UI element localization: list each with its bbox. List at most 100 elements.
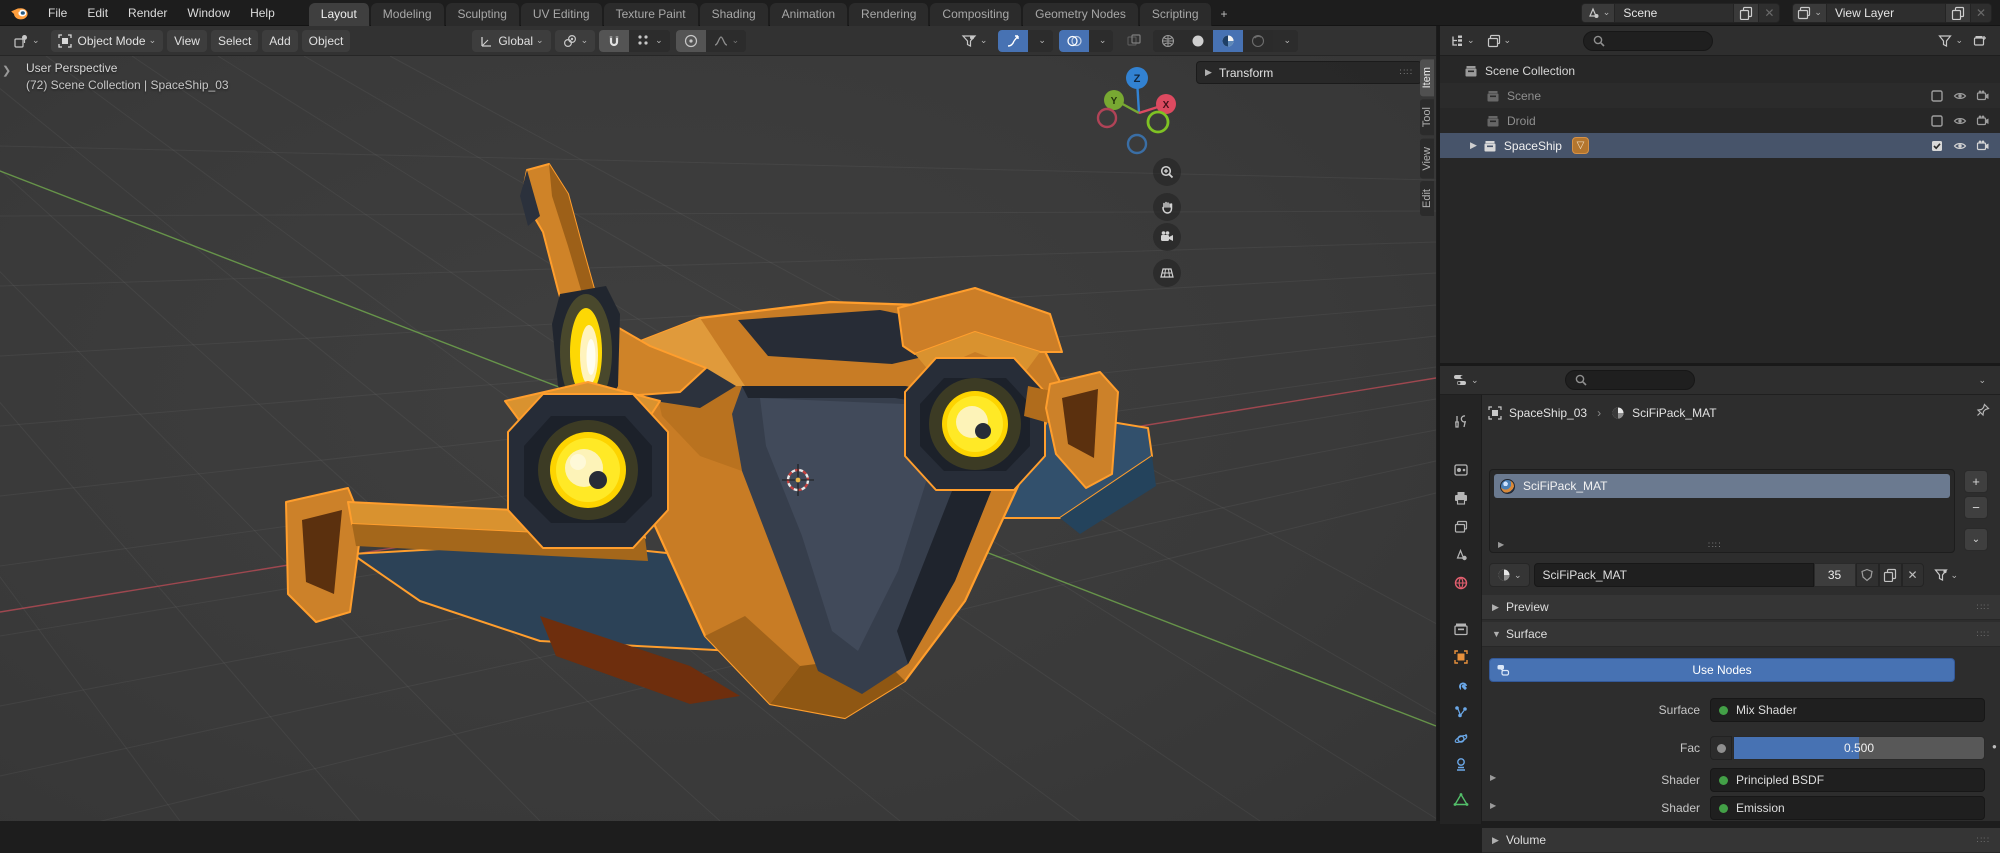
transform-panel-header[interactable]: ▶ Transform ∷∷ xyxy=(1196,61,1422,84)
unlink-material-button[interactable]: ✕ xyxy=(1902,563,1924,587)
view-layer-browse-button[interactable]: ⌄ xyxy=(1793,4,1827,22)
exclude-checkbox-unchecked[interactable] xyxy=(1930,114,1944,128)
menu-render[interactable]: Render xyxy=(118,3,177,23)
tab-output[interactable] xyxy=(1445,485,1477,511)
scene-new-button[interactable] xyxy=(1733,4,1758,22)
toolbar-expand-arrow[interactable]: ❯ xyxy=(2,64,11,77)
fac-socket-button[interactable] xyxy=(1710,736,1732,760)
outliner-display-mode-button[interactable]: ⌄ xyxy=(1483,30,1516,52)
collection-color-tag-badge[interactable]: ▽ xyxy=(1572,137,1589,154)
shader2-expand-arrow[interactable]: ▶ xyxy=(1490,801,1496,810)
pivot-point-dropdown[interactable]: ⌄ xyxy=(555,30,596,52)
menu-window[interactable]: Window xyxy=(177,3,240,23)
material-name-field[interactable]: SciFiPack_MAT xyxy=(1534,563,1814,587)
surface-shader-field[interactable]: Mix Shader xyxy=(1710,698,1985,722)
viewport-menu-view[interactable]: View xyxy=(167,30,207,52)
spaceship-model[interactable] xyxy=(286,164,1156,718)
outliner-item-label[interactable]: Scene Collection xyxy=(1485,64,1575,78)
browse-material-button[interactable]: ⌄ xyxy=(1489,563,1530,587)
object-type-visibility-dropdown[interactable]: ⌄ xyxy=(954,30,995,52)
view-layer-new-button[interactable] xyxy=(1945,4,1970,22)
sidebar-tab-item[interactable]: Item xyxy=(1420,59,1434,96)
tab-physics[interactable] xyxy=(1445,726,1477,752)
outliner-row-scene[interactable]: Scene xyxy=(1440,83,2000,108)
disable-render-camera-icon[interactable] xyxy=(1976,139,1990,153)
fake-user-shield-button[interactable] xyxy=(1856,563,1879,587)
workspace-tab-sculpting[interactable]: Sculpting xyxy=(446,3,520,26)
material-slot-active[interactable]: SciFiPack_MAT xyxy=(1494,474,1950,498)
overlays-toggle[interactable] xyxy=(1059,30,1089,52)
viewport-menu-add[interactable]: Add xyxy=(262,30,297,52)
proportional-editing-toggle[interactable] xyxy=(676,30,706,52)
shading-wireframe-button[interactable] xyxy=(1153,30,1183,52)
material-users-count-button[interactable]: 35 xyxy=(1814,563,1856,587)
hide-eye-icon[interactable] xyxy=(1953,139,1967,153)
add-material-slot-button[interactable]: + xyxy=(1964,470,1988,493)
workspace-tab-animation[interactable]: Animation xyxy=(770,3,848,26)
workspace-tab-uv-editing[interactable]: UV Editing xyxy=(521,3,603,26)
transform-orientation-dropdown[interactable]: Global⌄ xyxy=(472,30,550,52)
tab-world[interactable] xyxy=(1445,570,1477,596)
camera-view-button[interactable] xyxy=(1153,223,1181,251)
properties-options-dropdown[interactable]: ⌄ xyxy=(1978,375,1986,386)
workspace-tab-geometry-nodes[interactable]: Geometry Nodes xyxy=(1023,3,1139,26)
xray-toggle[interactable] xyxy=(1119,30,1149,52)
editor-type-button[interactable]: ⌄ xyxy=(6,30,47,52)
outliner-editor-type-button[interactable]: ⌄ xyxy=(1446,30,1479,52)
exclude-checkbox-unchecked[interactable] xyxy=(1930,89,1944,103)
overlays-dropdown[interactable]: ⌄ xyxy=(1089,30,1114,52)
shading-rendered-button[interactable] xyxy=(1243,30,1273,52)
gizmos-toggle[interactable] xyxy=(998,30,1028,52)
tab-tool[interactable] xyxy=(1445,409,1477,435)
gizmos-dropdown[interactable]: ⌄ xyxy=(1028,30,1053,52)
panel-grip-icon[interactable]: ∷∷ xyxy=(1400,67,1413,78)
shader1-expand-arrow[interactable]: ▶ xyxy=(1490,773,1496,782)
viewport-menu-select[interactable]: Select xyxy=(211,30,258,52)
volume-section-header[interactable]: ▶ Volume ∷∷ xyxy=(1482,828,2000,853)
tab-view-layer[interactable] xyxy=(1445,514,1477,540)
hide-eye-icon[interactable] xyxy=(1953,89,1967,103)
viewport-3d[interactable]: ⌄ Object Mode⌄ View Select Add Object xyxy=(0,26,1436,821)
workspace-tab-compositing[interactable]: Compositing xyxy=(930,3,1022,26)
menu-edit[interactable]: Edit xyxy=(77,3,118,23)
fac-keyframe-dot[interactable]: ● xyxy=(1992,742,1997,751)
tab-object-data[interactable] xyxy=(1445,787,1477,813)
workspace-tab-scripting[interactable]: Scripting xyxy=(1140,3,1212,26)
workspace-tab-shading[interactable]: Shading xyxy=(700,3,769,26)
outliner-filter-button[interactable]: ⌄ xyxy=(1935,30,1966,52)
pan-button[interactable] xyxy=(1153,193,1181,221)
tab-modifiers[interactable] xyxy=(1445,672,1477,698)
snap-toggle-button[interactable] xyxy=(599,30,629,52)
tab-render[interactable] xyxy=(1445,457,1477,483)
tab-collection[interactable] xyxy=(1445,616,1477,642)
disable-render-camera-icon[interactable] xyxy=(1976,114,1990,128)
tab-particles[interactable] xyxy=(1445,699,1477,725)
shading-solid-button[interactable] xyxy=(1183,30,1213,52)
outliner-search-input[interactable] xyxy=(1583,31,1713,51)
outliner-item-label[interactable]: SpaceShip xyxy=(1504,139,1562,153)
breadcrumb-material[interactable]: SciFiPack_MAT xyxy=(1632,406,1716,420)
outliner-item-label[interactable]: Scene xyxy=(1507,89,1541,103)
snap-target-dropdown[interactable]: ⌄ xyxy=(629,30,670,52)
scene-name[interactable]: Scene xyxy=(1615,6,1733,20)
slot-specials-arrow[interactable]: ▶ xyxy=(1498,540,1504,549)
pin-icon[interactable] xyxy=(1976,403,1990,417)
menu-file[interactable]: File xyxy=(38,3,77,23)
viewport-menu-object[interactable]: Object xyxy=(302,30,351,52)
orthographic-toggle-button[interactable] xyxy=(1153,259,1181,287)
viewport-canvas[interactable]: ❯ User Perspective (72) Scene Collection… xyxy=(0,56,1436,821)
preview-section-header[interactable]: ▶ Preview ∷∷ xyxy=(1482,595,2000,620)
outliner-row-spaceship[interactable]: ▶ SpaceShip ▽ xyxy=(1440,133,2000,158)
sidebar-tab-view[interactable]: View xyxy=(1420,139,1434,179)
shader1-field[interactable]: Principled BSDF xyxy=(1710,768,1985,792)
zoom-button[interactable] xyxy=(1153,158,1181,186)
outliner-item-label[interactable]: Droid xyxy=(1507,114,1536,128)
sidebar-tab-tool[interactable]: Tool xyxy=(1420,99,1434,135)
sidebar-tab-edit[interactable]: Edit xyxy=(1420,181,1434,216)
slot-specials-dropdown[interactable]: ⌄ xyxy=(1964,528,1988,551)
view-layer-name[interactable]: View Layer xyxy=(1827,6,1945,20)
fac-slider[interactable]: 0.500 xyxy=(1733,736,1985,760)
disable-render-camera-icon[interactable] xyxy=(1976,89,1990,103)
properties-editor-type-button[interactable]: ⌄ xyxy=(1448,369,1483,391)
use-nodes-button[interactable]: Use Nodes xyxy=(1489,658,1955,682)
